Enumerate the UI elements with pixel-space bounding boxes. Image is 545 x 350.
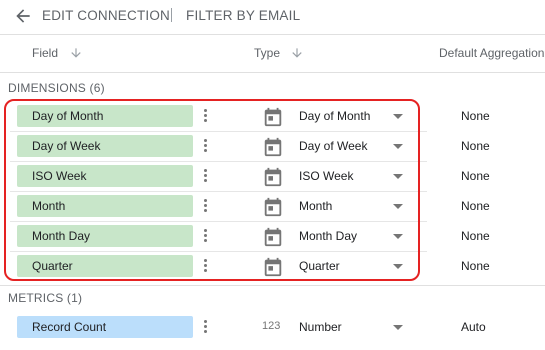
dropdown-caret-icon[interactable] xyxy=(393,114,403,119)
dimension-row: Month Month None xyxy=(0,192,545,222)
calendar-icon xyxy=(262,106,284,128)
field-chip[interactable]: Quarter xyxy=(17,255,193,277)
dropdown-caret-icon[interactable] xyxy=(393,174,403,179)
calendar-icon xyxy=(262,166,284,188)
calendar-icon xyxy=(262,226,284,248)
sort-arrow-down-icon[interactable] xyxy=(69,46,83,60)
type-select-value[interactable]: Month xyxy=(299,199,332,213)
aggregation-value[interactable]: None xyxy=(461,259,490,273)
back-arrow-icon[interactable] xyxy=(13,6,33,26)
field-chip[interactable]: Month xyxy=(17,195,193,217)
aggregation-value[interactable]: Auto xyxy=(461,320,486,334)
more-vert-icon[interactable] xyxy=(200,318,210,338)
filter-by-email-button[interactable]: FILTER BY EMAIL xyxy=(186,8,300,23)
column-header-default-aggregation[interactable]: Default Aggregation xyxy=(439,46,544,60)
type-select-value[interactable]: Quarter xyxy=(299,259,340,273)
aggregation-value[interactable]: None xyxy=(461,169,490,183)
field-chip[interactable]: ISO Week xyxy=(17,165,193,187)
metrics-section-label: METRICS (1) xyxy=(8,291,83,305)
type-select-value[interactable]: Day of Month xyxy=(299,109,370,123)
dimension-row: ISO Week ISO Week None xyxy=(0,162,545,192)
calendar-icon xyxy=(262,196,284,218)
aggregation-value[interactable]: None xyxy=(461,229,490,243)
dropdown-caret-icon[interactable] xyxy=(393,325,403,330)
header-separator xyxy=(171,8,172,22)
header-divider xyxy=(0,34,545,35)
dimensions-section-label: DIMENSIONS (6) xyxy=(8,81,105,95)
dropdown-caret-icon[interactable] xyxy=(393,204,403,209)
more-vert-icon[interactable] xyxy=(200,137,210,157)
type-select-value[interactable]: Number xyxy=(299,320,342,334)
column-header-field[interactable]: Field xyxy=(32,46,58,60)
field-chip[interactable]: Day of Week xyxy=(17,135,193,157)
dimension-row: Day of Month Day of Month None xyxy=(0,102,545,132)
aggregation-value[interactable]: None xyxy=(461,139,490,153)
aggregation-value[interactable]: None xyxy=(461,109,490,123)
dimension-row: Day of Week Day of Week None xyxy=(0,132,545,162)
more-vert-icon[interactable] xyxy=(200,197,210,217)
field-chip[interactable]: Day of Month xyxy=(17,105,193,127)
more-vert-icon[interactable] xyxy=(200,227,210,247)
field-chip[interactable]: Record Count xyxy=(17,316,193,338)
section-divider xyxy=(0,285,545,286)
dimension-row: Quarter Quarter None xyxy=(0,252,545,282)
dropdown-caret-icon[interactable] xyxy=(393,264,403,269)
field-chip[interactable]: Month Day xyxy=(17,225,193,247)
dimension-row: Month Day Month Day None xyxy=(0,222,545,252)
type-select-value[interactable]: ISO Week xyxy=(299,169,353,183)
more-vert-icon[interactable] xyxy=(200,107,210,127)
sort-arrow-down-icon[interactable] xyxy=(290,46,304,60)
metric-row: Record Count 123 Number Auto xyxy=(0,313,545,343)
dropdown-caret-icon[interactable] xyxy=(393,234,403,239)
number-icon: 123 xyxy=(262,320,281,332)
type-select-value[interactable]: Month Day xyxy=(299,229,357,243)
edit-connection-button[interactable]: EDIT CONNECTION xyxy=(42,8,170,23)
type-select-value[interactable]: Day of Week xyxy=(299,139,367,153)
column-header-type[interactable]: Type xyxy=(254,46,280,60)
aggregation-value[interactable]: None xyxy=(461,199,490,213)
calendar-icon xyxy=(262,256,284,278)
dropdown-caret-icon[interactable] xyxy=(393,144,403,149)
column-header-divider xyxy=(0,72,545,73)
calendar-icon xyxy=(262,136,284,158)
more-vert-icon[interactable] xyxy=(200,257,210,277)
more-vert-icon[interactable] xyxy=(200,167,210,187)
